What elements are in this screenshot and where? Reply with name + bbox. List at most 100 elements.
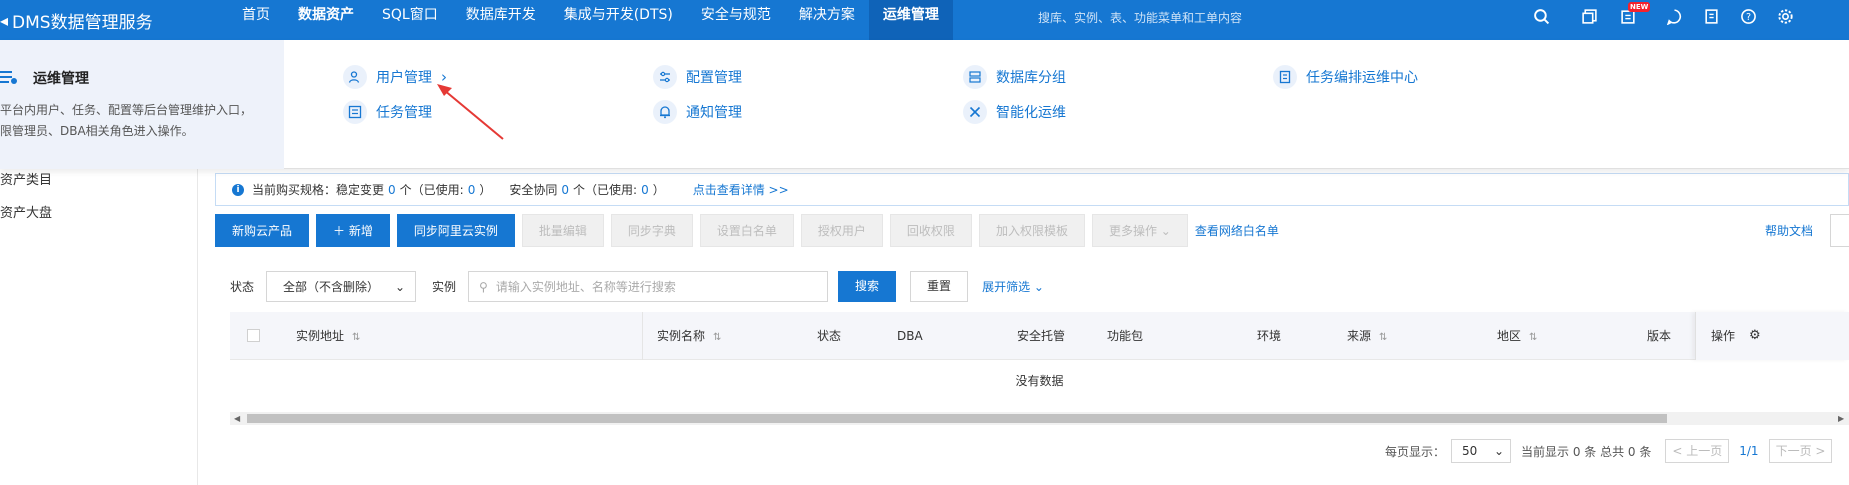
notice-label: 当前购买规格：稳定变更 xyxy=(252,183,385,197)
column-instance-address[interactable]: 实例地址 ⇅ xyxy=(296,312,360,360)
chevron-down-icon: ⌄ xyxy=(1033,280,1044,294)
help-icon[interactable]: ? xyxy=(1734,4,1762,28)
user-icon xyxy=(343,65,367,89)
instance-toolbar: 新购云产品 ＋ 新增 同步阿里云实例 批量编辑 同步字典 设置白名单 授权用户 … xyxy=(215,214,1279,247)
status-select[interactable]: 全部（不含删除） ⌄ xyxy=(266,271,417,302)
chevron-down-icon: ⌄ xyxy=(1493,444,1505,458)
new-badge: NEW xyxy=(1628,2,1651,12)
sync-aliyun-button[interactable]: 同步阿里云实例 xyxy=(396,214,515,247)
copy-icon[interactable] xyxy=(1575,4,1603,28)
column-version: 版本 xyxy=(1647,329,1672,343)
help-doc-link[interactable]: 帮助文档 xyxy=(1765,222,1813,239)
menu-item-task-orchestration-center[interactable]: 任务编排运维中心 xyxy=(1273,65,1418,89)
purchase-spec-notice: i 当前购买规格：稳定变更 0 个（已使用: 0 ） 安全协同 0 个（已使用:… xyxy=(215,173,1849,206)
page-size-select[interactable]: 50 ⌄ xyxy=(1451,439,1512,463)
nav-solutions[interactable]: 解决方案 xyxy=(785,0,869,40)
nav-dts[interactable]: 集成与开发(DTS) xyxy=(550,0,687,40)
status-select-value: 全部（不含删除） xyxy=(283,280,380,294)
menu-item-task-management[interactable]: 任务管理 xyxy=(343,100,432,124)
pager-summary: 当前显示 0 条 总共 0 条 xyxy=(1521,444,1652,459)
status-label: 状态 xyxy=(230,280,255,294)
sort-icon[interactable]: ⇅ xyxy=(352,314,360,362)
page-indicator: 1/1 xyxy=(1739,444,1759,458)
next-page-button[interactable]: 下一页 > xyxy=(1768,439,1833,463)
global-search-input[interactable]: 搜库、实例、表、功能菜单和工单内容 xyxy=(1038,6,1538,30)
grant-user-button[interactable]: 授权用户 xyxy=(800,214,883,247)
pagination: 每页显示： 50 ⌄ 当前显示 0 条 总共 0 条 < 上一页 1/1 下一页… xyxy=(1385,439,1833,463)
main-nav: 首页 数据资产 SQL窗口 数据库开发 集成与开发(DTS) 安全与规范 解决方… xyxy=(228,0,953,40)
search-button[interactable]: 搜索 xyxy=(838,271,897,302)
add-permission-template-button[interactable]: 加入权限模板 xyxy=(978,214,1085,247)
revoke-permission-button[interactable]: 回收权限 xyxy=(889,214,972,247)
set-whitelist-button[interactable]: 设置白名单 xyxy=(699,214,794,247)
reset-button[interactable]: 重置 xyxy=(910,271,969,302)
column-source[interactable]: 来源 ⇅ xyxy=(1347,312,1387,360)
instance-label: 实例 xyxy=(432,280,457,294)
nav-home[interactable]: 首页 xyxy=(228,0,284,40)
ticket-icon[interactable]: NEW xyxy=(1614,2,1651,28)
column-label: 实例名称 xyxy=(657,329,706,343)
brand[interactable]: ◂ DMS数据管理服务 xyxy=(0,6,153,34)
menu-item-database-group[interactable]: 数据库分组 xyxy=(963,65,1066,89)
top-navigation-bar: ◂ DMS数据管理服务 首页 数据资产 SQL窗口 数据库开发 集成与开发(DT… xyxy=(0,0,1849,40)
menu-item-label: 数据库分组 xyxy=(996,70,1066,86)
dropdown-title: 运维管理 xyxy=(33,71,89,87)
column-instance-name[interactable]: 实例名称 ⇅ xyxy=(657,312,721,360)
search-icon[interactable] xyxy=(1527,4,1555,28)
sort-icon[interactable]: ⇅ xyxy=(1379,314,1387,362)
column-dba: DBA xyxy=(897,329,923,343)
gear-icon[interactable] xyxy=(1771,4,1799,28)
scroll-left-icon[interactable]: ◀ xyxy=(234,412,240,425)
menu-item-label: 智能化运维 xyxy=(996,105,1066,121)
menu-item-user-management[interactable]: 用户管理 › xyxy=(343,65,447,89)
menu-item-config-management[interactable]: 配置管理 xyxy=(653,65,742,89)
toolbar-search-icon[interactable] xyxy=(1830,214,1849,247)
batch-edit-button[interactable]: 批量编辑 xyxy=(521,214,604,247)
nav-db-dev[interactable]: 数据库开发 xyxy=(452,0,550,40)
select-all-checkbox[interactable] xyxy=(247,329,260,342)
column-status: 状态 xyxy=(817,329,842,343)
more-actions-button[interactable]: 更多操作 ⌄ xyxy=(1091,214,1188,247)
buy-cloud-product-button[interactable]: 新购云产品 xyxy=(215,214,310,247)
sidebar-item-asset-dashboard[interactable]: 资产大盘 xyxy=(0,202,52,221)
menu-item-smart-ops[interactable]: 智能化运维 xyxy=(963,100,1066,124)
gear-icon[interactable]: ⚙ xyxy=(1749,312,1761,360)
network-whitelist-link[interactable]: 查看网络白名单 xyxy=(1195,222,1279,239)
nav-security[interactable]: 安全与规范 xyxy=(687,0,785,40)
scrollbar-thumb[interactable] xyxy=(247,414,1667,423)
chevron-left-icon: ◂ xyxy=(0,10,9,30)
asset-sidebar: 资产类目 资产大盘 xyxy=(0,169,198,485)
column-environment: 环境 xyxy=(1257,329,1282,343)
chevron-down-icon: ⌄ xyxy=(394,279,406,294)
menu-item-label: 通知管理 xyxy=(686,105,742,121)
sort-icon[interactable]: ⇅ xyxy=(1529,314,1537,362)
menu-item-notification-management[interactable]: 通知管理 xyxy=(653,100,742,124)
add-instance-button[interactable]: ＋ 新增 xyxy=(316,214,390,247)
column-region[interactable]: 地区 ⇅ xyxy=(1497,312,1537,360)
notice-details-link[interactable]: 点击查看详情 >> xyxy=(693,181,789,198)
expand-filter-link[interactable]: 展开筛选 ⌄ xyxy=(982,278,1044,295)
task-list-icon xyxy=(343,100,367,124)
document-icon[interactable] xyxy=(1697,4,1725,28)
nav-sql-window[interactable]: SQL窗口 xyxy=(368,0,452,40)
sync-dictionary-button[interactable]: 同步字典 xyxy=(610,214,693,247)
prev-page-button[interactable]: < 上一页 xyxy=(1665,439,1730,463)
instance-search-placeholder: 请输入实例地址、名称等进行搜索 xyxy=(495,280,676,294)
orchestration-icon xyxy=(1273,65,1297,89)
instance-search-input[interactable]: ⚲ 请输入实例地址、名称等进行搜索 xyxy=(468,271,829,302)
ai-assistant-icon[interactable] xyxy=(1660,4,1688,28)
column-operations-label: 操作 xyxy=(1711,329,1736,343)
menu-item-label: 任务管理 xyxy=(376,105,432,121)
stable-count: 0 xyxy=(388,182,396,197)
menu-item-label: 用户管理 xyxy=(376,70,432,86)
sort-icon[interactable]: ⇅ xyxy=(713,314,721,362)
sidebar-item-asset-category[interactable]: 资产类目 xyxy=(0,169,52,188)
per-page-label: 每页显示： xyxy=(1385,444,1446,459)
scroll-right-icon[interactable]: ▶ xyxy=(1838,412,1844,425)
column-security-hosting: 安全托管 xyxy=(1017,329,1066,343)
nav-data-assets[interactable]: 数据资产 xyxy=(284,0,368,40)
column-label: 地区 xyxy=(1497,329,1522,343)
notice-text: ） xyxy=(479,183,492,197)
horizontal-scrollbar[interactable]: ◀ ▶ xyxy=(230,412,1849,425)
nav-ops-management[interactable]: 运维管理 xyxy=(868,0,953,40)
